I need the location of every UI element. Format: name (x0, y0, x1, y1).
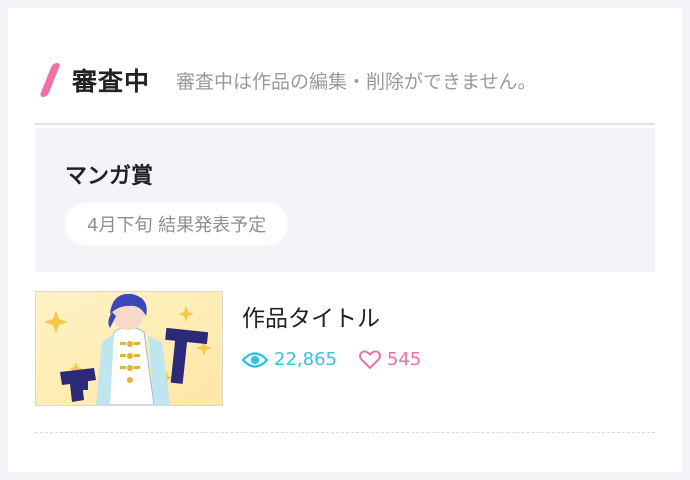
like-count-value: 545 (386, 349, 422, 370)
view-count: 22,865 (242, 349, 337, 370)
eye-icon (242, 351, 268, 368)
dashed-divider (35, 432, 655, 433)
divider (35, 123, 655, 125)
award-name: マンガ賞 (65, 164, 154, 189)
thumbnail-art (36, 292, 222, 405)
work-stats: 22,865 545 (242, 349, 421, 370)
work-title[interactable]: 作品タイトル (242, 299, 380, 333)
work-item[interactable]: 作品タイトル 22,865 545 (35, 291, 655, 423)
award-panel: マンガ賞 4月下旬 結果発表予定 (35, 128, 655, 272)
review-card: 審査中 審査中は作品の編集・削除ができません。 マンガ賞 4月下旬 結果発表予定 (8, 8, 682, 472)
award-schedule-badge: 4月下旬 結果発表予定 (65, 203, 289, 245)
manga-cover-thumbnail[interactable] (35, 291, 223, 406)
like-count: 545 (358, 349, 422, 370)
section-header: 審査中 審査中は作品の編集・削除ができません。 (36, 52, 536, 108)
section-note: 審査中は作品の編集・削除ができません。 (176, 70, 537, 93)
accent-slash-icon (39, 63, 61, 97)
section-title: 審査中 (72, 67, 151, 96)
view-count-value: 22,865 (274, 349, 337, 370)
heart-icon (358, 349, 381, 369)
